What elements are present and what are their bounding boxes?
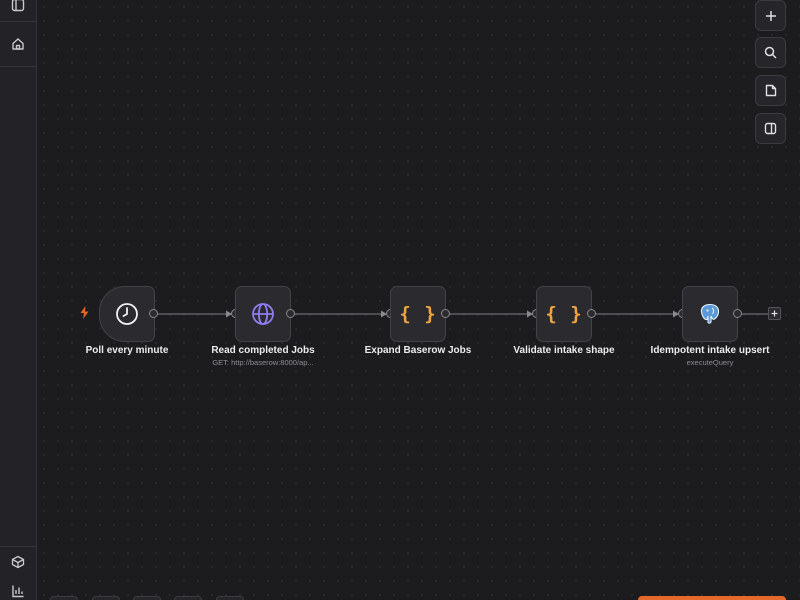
node-expand-baserow-jobs[interactable]: { }	[390, 286, 446, 342]
left-sidebar	[0, 0, 37, 600]
output-handle[interactable]	[587, 309, 596, 318]
sidebar-divider	[0, 21, 36, 22]
sidebar-item-overview[interactable]	[6, 32, 30, 56]
bar-chart-icon	[12, 585, 24, 598]
output-handle[interactable]	[286, 309, 295, 318]
search-icon	[764, 46, 777, 59]
output-handle[interactable]	[441, 309, 450, 318]
note-icon	[765, 84, 776, 97]
add-next-node-button[interactable]	[768, 307, 781, 320]
sidebar-item-templates[interactable]	[6, 550, 30, 574]
zoom-in-button[interactable]	[92, 596, 120, 600]
tidy-up-button[interactable]	[216, 596, 244, 600]
trigger-bolt-icon	[80, 306, 89, 319]
panel-right-icon	[764, 122, 777, 135]
sidebar-divider	[0, 546, 36, 547]
zoom-to-fit-button[interactable]	[50, 596, 78, 600]
home-icon	[12, 38, 24, 50]
search-button[interactable]	[755, 37, 786, 68]
code-braces-icon: { }	[399, 303, 437, 325]
node-label: Expand Baserow Jobs	[364, 345, 472, 356]
reset-zoom-button[interactable]	[174, 596, 202, 600]
node-read-completed-jobs[interactable]	[235, 286, 291, 342]
node-idempotent-intake-upsert[interactable]	[682, 286, 738, 342]
panel-left-icon	[11, 0, 25, 12]
globe-icon	[252, 303, 274, 325]
output-handle[interactable]	[149, 309, 158, 318]
sidebar-item-insights[interactable]	[6, 579, 30, 600]
plus-icon	[765, 10, 776, 21]
sidebar-toggle-button[interactable]	[6, 0, 30, 17]
add-node-button[interactable]	[755, 0, 786, 31]
zoom-out-button[interactable]	[133, 596, 161, 600]
clock-icon	[116, 303, 138, 325]
sidebar-divider	[0, 66, 36, 67]
node-label: Idempotent intake upsert	[650, 345, 770, 356]
node-subtitle: GET: http://baserow:8000/ap...	[212, 358, 314, 367]
execute-workflow-button[interactable]	[638, 596, 786, 600]
code-braces-icon: { }	[545, 303, 583, 325]
postgres-icon	[700, 303, 720, 324]
toggle-panel-button[interactable]	[755, 113, 786, 144]
node-poll-every-minute[interactable]	[99, 286, 155, 342]
node-label: Read completed Jobs	[211, 345, 315, 356]
node-validate-intake-shape[interactable]: { }	[536, 286, 592, 342]
node-label: Validate intake shape	[513, 345, 615, 356]
box-icon	[11, 555, 25, 569]
node-subtitle: executeQuery	[686, 358, 734, 367]
sticky-note-button[interactable]	[755, 75, 786, 106]
output-handle[interactable]	[733, 309, 742, 318]
plus-icon	[771, 310, 778, 317]
